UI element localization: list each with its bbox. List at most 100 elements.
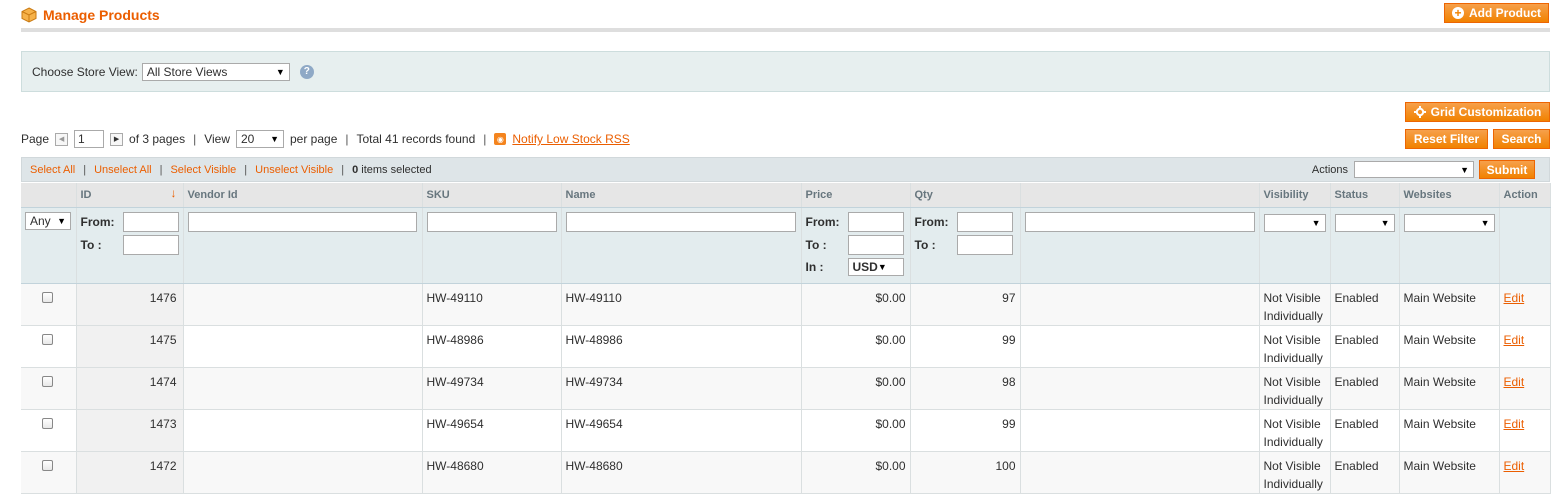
cell-id: 1474 bbox=[76, 367, 184, 410]
cell-name: HW-48680 bbox=[561, 451, 802, 494]
per-page-select[interactable]: 20 ▼ bbox=[236, 130, 284, 148]
visibility-filter-select[interactable]: ▼ bbox=[1263, 213, 1326, 232]
edit-link[interactable]: Edit bbox=[1504, 459, 1525, 473]
actions-select[interactable]: ▼ bbox=[1354, 161, 1474, 178]
chevron-down-icon: ▼ bbox=[270, 134, 279, 144]
select-all-link[interactable]: Select All bbox=[30, 164, 75, 176]
col-id[interactable]: ID ↓ bbox=[76, 183, 184, 208]
cell-websites: Main Website bbox=[1399, 325, 1500, 368]
products-grid: ID ↓ Vendor Id SKU Name Price Qty Visibil… bbox=[21, 183, 1551, 494]
page-input[interactable]: 1 bbox=[74, 130, 105, 148]
vendor-id-filter-input[interactable] bbox=[187, 211, 417, 232]
submit-button[interactable]: Submit bbox=[1479, 160, 1535, 179]
chevron-down-icon: ▼ bbox=[57, 215, 66, 226]
plus-icon: + bbox=[1452, 7, 1464, 19]
cell-status: Enabled bbox=[1330, 283, 1400, 326]
cell-vendor-id bbox=[183, 325, 423, 368]
cell-sku: HW-49110 bbox=[422, 283, 562, 326]
sort-arrow-icon: ↓ bbox=[170, 186, 177, 200]
col-blank bbox=[1020, 183, 1260, 208]
search-button[interactable]: Search bbox=[1493, 129, 1550, 149]
chevron-down-icon: ▼ bbox=[877, 261, 887, 272]
massaction-filter-select[interactable]: Any ▼ bbox=[25, 211, 71, 230]
edit-link[interactable]: Edit bbox=[1504, 417, 1525, 431]
cell-name: HW-48986 bbox=[561, 325, 802, 368]
prev-page-icon[interactable]: ◀ bbox=[55, 132, 69, 146]
table-row[interactable]: 1475 HW-48986 HW-48986 $0.00 99 Not Visi… bbox=[21, 325, 1551, 368]
currency-select[interactable]: USD ▼ bbox=[847, 257, 904, 276]
cell-status: Enabled bbox=[1330, 409, 1400, 452]
page-title: Manage Products bbox=[43, 7, 160, 23]
price-to-input[interactable] bbox=[847, 234, 904, 255]
col-name[interactable]: Name bbox=[561, 183, 802, 208]
col-qty[interactable]: Qty bbox=[910, 183, 1021, 208]
row-checkbox[interactable] bbox=[42, 291, 53, 303]
edit-link[interactable]: Edit bbox=[1504, 333, 1525, 347]
cell-price: $0.00 bbox=[801, 283, 911, 326]
cell-vendor-id bbox=[183, 367, 423, 410]
row-checkbox[interactable] bbox=[42, 459, 53, 471]
id-to-input[interactable] bbox=[122, 234, 179, 255]
add-product-button[interactable]: + Add Product bbox=[1444, 3, 1549, 23]
store-view-select[interactable]: All Store Views ▼ bbox=[141, 62, 290, 81]
col-visibility[interactable]: Visibility bbox=[1259, 183, 1331, 208]
col-massaction bbox=[21, 183, 77, 208]
edit-link[interactable]: Edit bbox=[1504, 291, 1525, 305]
cell-vendor-id bbox=[183, 409, 423, 452]
unselect-visible-link[interactable]: Unselect Visible bbox=[255, 164, 333, 176]
grid-customization-button[interactable]: Grid Customization bbox=[1405, 102, 1550, 122]
notify-low-stock-link[interactable]: Notify Low Stock RSS bbox=[512, 132, 629, 146]
id-from-input[interactable] bbox=[122, 211, 179, 232]
cell-status: Enabled bbox=[1330, 325, 1400, 368]
col-websites[interactable]: Websites bbox=[1399, 183, 1500, 208]
cell-id: 1473 bbox=[76, 409, 184, 452]
cell-sku: HW-49654 bbox=[422, 409, 562, 452]
cell-websites: Main Website bbox=[1399, 283, 1500, 326]
reset-filter-button[interactable]: Reset Filter bbox=[1405, 129, 1488, 149]
websites-filter-select[interactable]: ▼ bbox=[1403, 213, 1495, 232]
edit-link[interactable]: Edit bbox=[1504, 375, 1525, 389]
name-filter-input[interactable] bbox=[565, 211, 796, 232]
cell-name: HW-49110 bbox=[561, 283, 802, 326]
col-price[interactable]: Price bbox=[801, 183, 911, 208]
cell-sku: HW-48986 bbox=[422, 325, 562, 368]
cell-websites: Main Website bbox=[1399, 451, 1500, 494]
row-checkbox[interactable] bbox=[42, 417, 53, 429]
cell-qty: 97 bbox=[910, 283, 1021, 326]
cell-qty: 99 bbox=[910, 409, 1021, 452]
blank-filter-input[interactable] bbox=[1024, 211, 1255, 232]
status-filter-select[interactable]: ▼ bbox=[1334, 213, 1395, 232]
cell-price: $0.00 bbox=[801, 367, 911, 410]
row-checkbox[interactable] bbox=[42, 333, 53, 345]
table-row[interactable]: 1476 HW-49110 HW-49110 $0.00 97 Not Visi… bbox=[21, 283, 1551, 326]
cell-visibility: Not Visible Individually bbox=[1259, 451, 1331, 494]
store-switcher: Choose Store View: All Store Views ▼ ? bbox=[21, 51, 1550, 92]
total-records: Total 41 records found bbox=[356, 132, 476, 146]
price-from-input[interactable] bbox=[847, 211, 904, 232]
cell-price: $0.00 bbox=[801, 409, 911, 452]
select-visible-link[interactable]: Select Visible bbox=[170, 164, 236, 176]
cell-vendor-id bbox=[183, 451, 423, 494]
cell-visibility: Not Visible Individually bbox=[1259, 409, 1331, 452]
cell-id: 1475 bbox=[76, 325, 184, 368]
sku-filter-input[interactable] bbox=[426, 211, 557, 232]
col-vendor-id[interactable]: Vendor Id bbox=[183, 183, 423, 208]
table-row[interactable]: 1473 HW-49654 HW-49654 $0.00 99 Not Visi… bbox=[21, 409, 1551, 452]
chevron-down-icon: ▼ bbox=[1460, 164, 1469, 175]
cell-visibility: Not Visible Individually bbox=[1259, 325, 1331, 368]
col-sku[interactable]: SKU bbox=[422, 183, 562, 208]
table-row[interactable]: 1474 HW-49734 HW-49734 $0.00 98 Not Visi… bbox=[21, 367, 1551, 410]
cell-visibility: Not Visible Individually bbox=[1259, 367, 1331, 410]
help-icon[interactable]: ? bbox=[299, 64, 314, 79]
col-action: Action bbox=[1499, 183, 1551, 208]
unselect-all-link[interactable]: Unselect All bbox=[94, 164, 151, 176]
cell-websites: Main Website bbox=[1399, 367, 1500, 410]
qty-to-input[interactable] bbox=[956, 234, 1013, 255]
store-view-label: Choose Store View: bbox=[32, 64, 138, 79]
qty-from-input[interactable] bbox=[956, 211, 1013, 232]
table-row[interactable]: 1472 HW-48680 HW-48680 $0.00 100 Not Vis… bbox=[21, 451, 1551, 494]
cell-id: 1472 bbox=[76, 451, 184, 494]
row-checkbox[interactable] bbox=[42, 375, 53, 387]
col-status[interactable]: Status bbox=[1330, 183, 1400, 208]
next-page-icon[interactable]: ▶ bbox=[110, 132, 124, 146]
